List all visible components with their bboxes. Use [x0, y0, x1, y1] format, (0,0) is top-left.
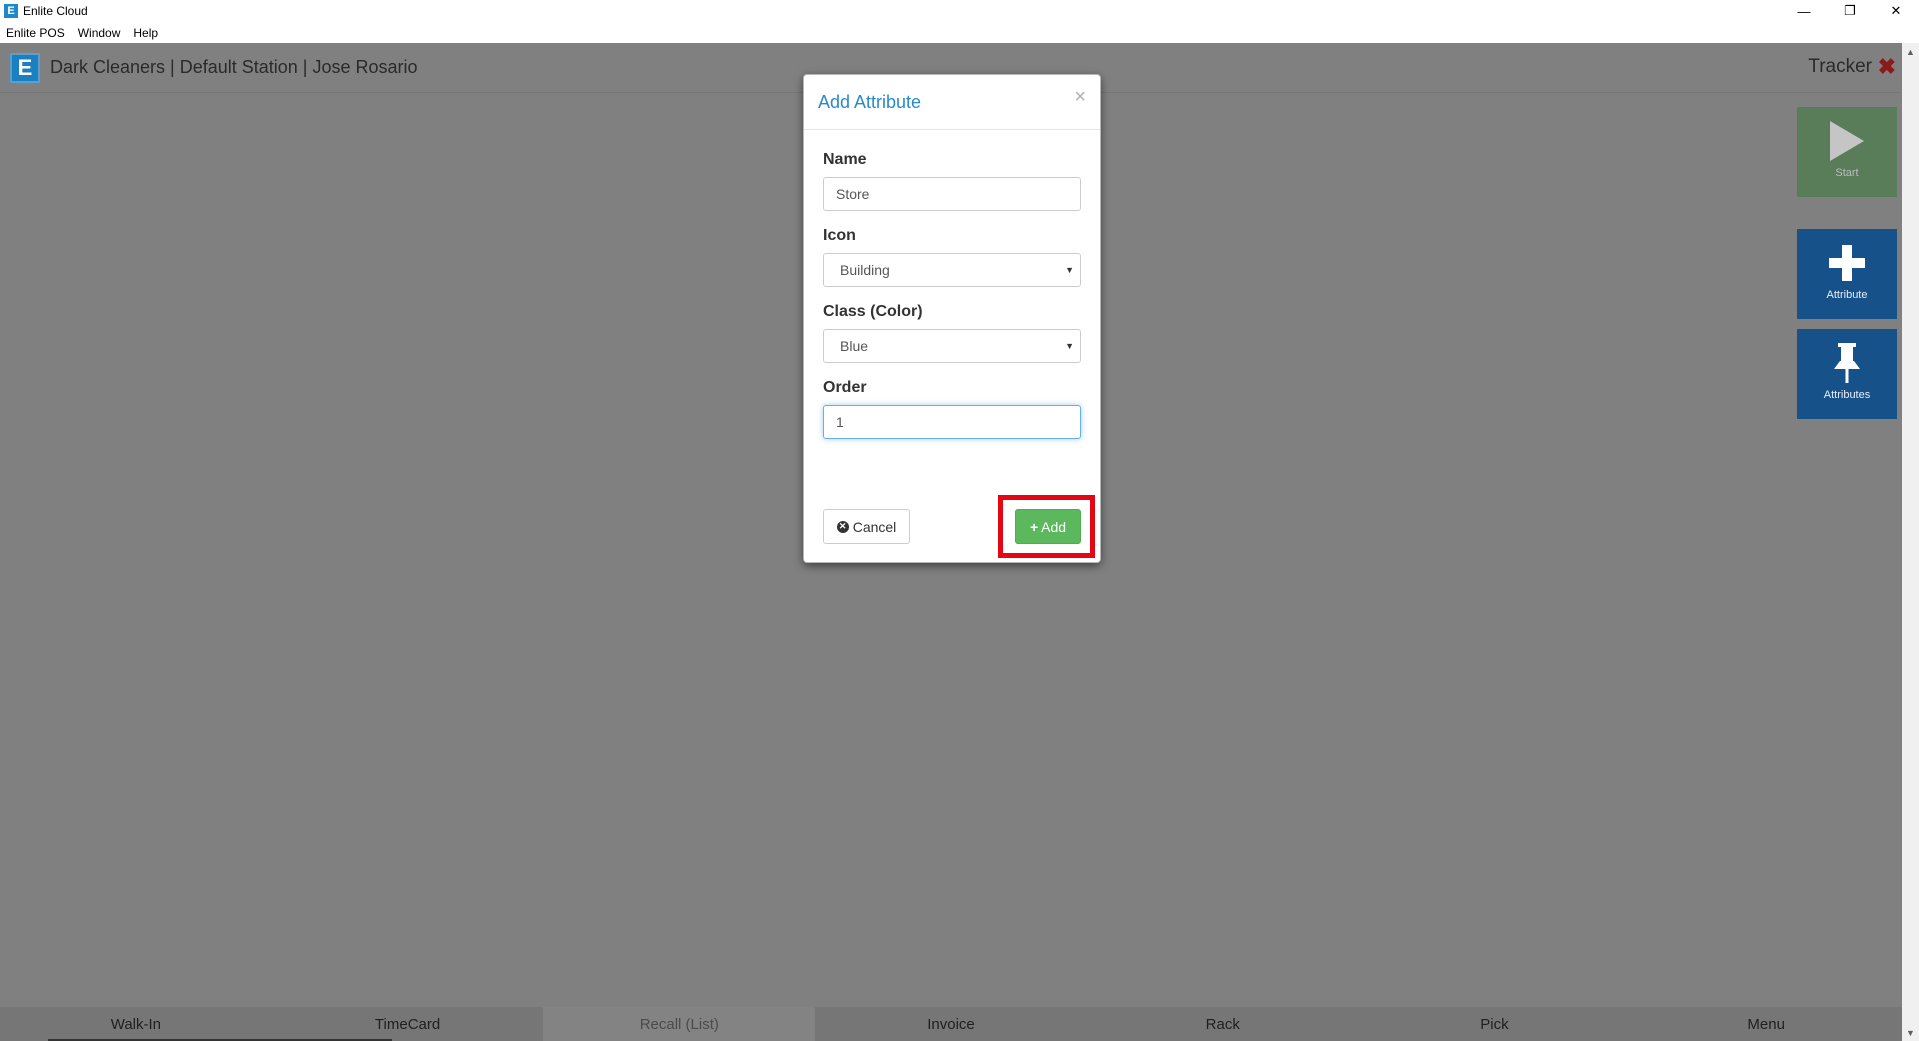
window-controls: — ❐ ✕ [1781, 0, 1919, 22]
add-button-label: Add [1041, 518, 1067, 535]
menu-help[interactable]: Help [133, 26, 158, 40]
station-title: Dark Cleaners | Default Station | Jose R… [50, 57, 418, 77]
cancel-button[interactable]: ✕ Cancel [823, 509, 910, 544]
app-logo-icon: E [4, 4, 18, 18]
modal-title: Add Attribute [818, 92, 922, 112]
order-input-value: 1 [836, 414, 844, 430]
attributes-tile-button[interactable]: Attributes [1797, 329, 1897, 419]
vertical-scrollbar[interactable]: ▲ ▼ [1902, 43, 1919, 1041]
icon-select[interactable]: Building ▼ [823, 253, 1081, 287]
order-label: Order [823, 379, 867, 396]
plus-icon [1829, 241, 1865, 285]
cancel-circle-icon: ✕ [836, 520, 849, 533]
name-input[interactable]: Store [823, 177, 1081, 211]
close-window-button[interactable]: ✕ [1873, 0, 1919, 22]
attribute-tile-label: Attribute [1826, 289, 1868, 301]
order-input[interactable]: 1 [823, 405, 1081, 439]
attributes-tile-label: Attributes [1823, 389, 1871, 401]
tracker-label: Tracker [1808, 56, 1872, 77]
nav-tab-invoice[interactable]: Invoice [815, 1007, 1087, 1041]
nav-tab-rack[interactable]: Rack [1086, 1007, 1359, 1041]
class-color-select-value: Blue [840, 338, 869, 354]
bottom-navigation: Walk-In TimeCard Recall (List) Invoice R… [0, 1007, 1903, 1041]
icon-label: Icon [823, 227, 856, 244]
modal-close-icon[interactable]: × [1074, 86, 1086, 109]
cancel-button-label: Cancel [852, 518, 897, 535]
dropdown-caret-icon: ▼ [1065, 341, 1074, 351]
add-attribute-modal: Add Attribute × Name Store Icon Building… [803, 74, 1101, 563]
pushpin-icon [1832, 341, 1862, 385]
class-color-label: Class (Color) [823, 303, 923, 320]
name-input-value: Store [836, 186, 870, 202]
modal-header: Add Attribute × [804, 75, 1100, 130]
play-icon [1830, 119, 1864, 163]
scroll-down-arrow-icon[interactable]: ▼ [1902, 1024, 1919, 1041]
nav-tab-menu[interactable]: Menu [1630, 1007, 1903, 1041]
nav-tab-walk-in[interactable]: Walk-In [0, 1007, 272, 1041]
window-title: Enlite Cloud [23, 4, 88, 18]
plus-icon: + [1029, 518, 1039, 535]
window-titlebar: E Enlite Cloud — ❐ ✕ [0, 0, 1919, 22]
add-button[interactable]: + Add [1015, 509, 1081, 544]
restore-button[interactable]: ❐ [1827, 0, 1873, 22]
name-label: Name [823, 151, 867, 168]
menu-window[interactable]: Window [78, 26, 121, 40]
icon-select-value: Building [840, 262, 890, 278]
nav-tab-pick[interactable]: Pick [1358, 1007, 1631, 1041]
menu-enlite-pos[interactable]: Enlite POS [6, 26, 65, 40]
start-tile-button[interactable]: Start [1797, 107, 1897, 197]
dropdown-caret-icon: ▼ [1065, 265, 1074, 275]
nav-tab-recall-list[interactable]: Recall (List) [543, 1007, 816, 1041]
nav-tab-timecard[interactable]: TimeCard [271, 1007, 544, 1041]
minimize-button[interactable]: — [1781, 0, 1827, 22]
class-color-select[interactable]: Blue ▼ [823, 329, 1081, 363]
attribute-tile-button[interactable]: Attribute [1797, 229, 1897, 319]
start-tile-label: Start [1835, 167, 1859, 179]
tracker-close-icon[interactable]: ✖ [1878, 54, 1896, 80]
menu-bar: Enlite POS Window Help [0, 22, 1919, 43]
scroll-up-arrow-icon[interactable]: ▲ [1902, 43, 1919, 60]
enlite-logo-icon: E [10, 52, 40, 83]
